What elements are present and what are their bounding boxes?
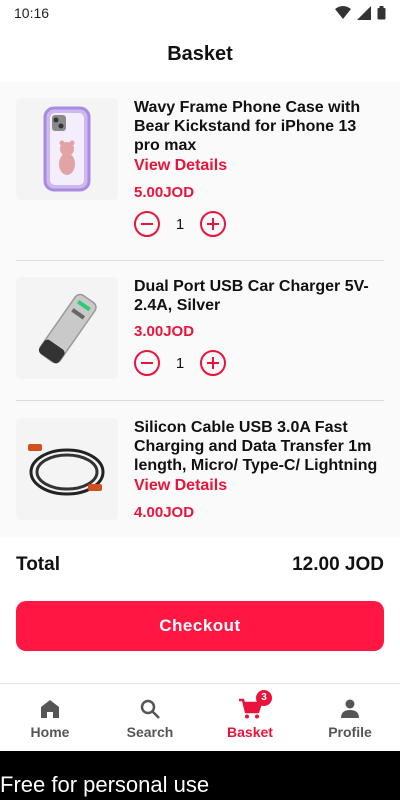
status-time: 10:16 [14,5,50,21]
divider [16,400,384,401]
wifi-icon [335,6,351,19]
product-title: Wavy Frame Phone Case with Bear Kickstan… [134,99,361,154]
product-image-cable[interactable] [16,418,118,520]
battery-icon [377,6,386,20]
product-image-phone-case[interactable] [16,98,118,200]
profile-icon [339,696,361,722]
decrease-quantity-button[interactable] [134,211,160,237]
increase-quantity-button[interactable] [200,350,226,376]
decrease-quantity-button[interactable] [134,350,160,376]
total-value: 12.00 JOD [292,554,384,575]
cart-icon: 3 [238,689,272,722]
car-charger-image [38,293,97,364]
product-price: 4.00JOD [134,504,195,521]
quantity-value: 1 [175,354,185,372]
product-price: 5.00JOD [134,184,195,201]
status-bar: 10:16 [0,0,400,26]
quantity-stepper: 1 [134,349,386,377]
total-label: Total [16,554,60,575]
nav-label: Search [126,723,174,740]
total-row: Total 12.00 JOD [16,552,384,578]
view-details-link[interactable]: View Details [134,156,386,176]
nav-label: Basket [227,723,273,740]
checkout-button[interactable]: Checkout [16,601,384,651]
product-image-car-charger[interactable] [16,277,118,379]
product-title: Dual Port USB Car Charger 5V-2.4A, Silve… [134,278,369,314]
nav-label: Home [30,723,70,740]
bottom-navigation: Home Search 3 Basket Profile [0,683,400,751]
page-title: Basket [167,42,233,65]
view-details-link[interactable]: View Details [134,476,386,496]
product-title: Silicon Cable USB 3.0A Fast Charging and… [134,419,378,474]
quantity-stepper: 1 [134,210,386,238]
basket-list[interactable]: Wavy Frame Phone Case with Bear Kickstan… [0,82,400,538]
watermark-banner: Free for personal use [0,751,400,800]
nav-basket[interactable]: 3 Basket [200,684,300,751]
home-icon [39,696,61,722]
nav-home[interactable]: Home [0,684,100,751]
product-price: 3.00JOD [134,323,195,340]
nav-search[interactable]: Search [100,684,200,751]
usb-cable-image [28,444,105,496]
phone-case-image [43,106,91,192]
search-icon [139,696,161,722]
increase-quantity-button[interactable] [200,211,226,237]
signal-icon [357,6,371,20]
cart-count-badge: 3 [256,689,272,706]
watermark-text: Free for personal use [0,772,210,797]
nav-label: Profile [328,723,372,740]
nav-profile[interactable]: Profile [300,684,400,751]
quantity-value: 1 [175,215,185,233]
divider [16,260,384,261]
